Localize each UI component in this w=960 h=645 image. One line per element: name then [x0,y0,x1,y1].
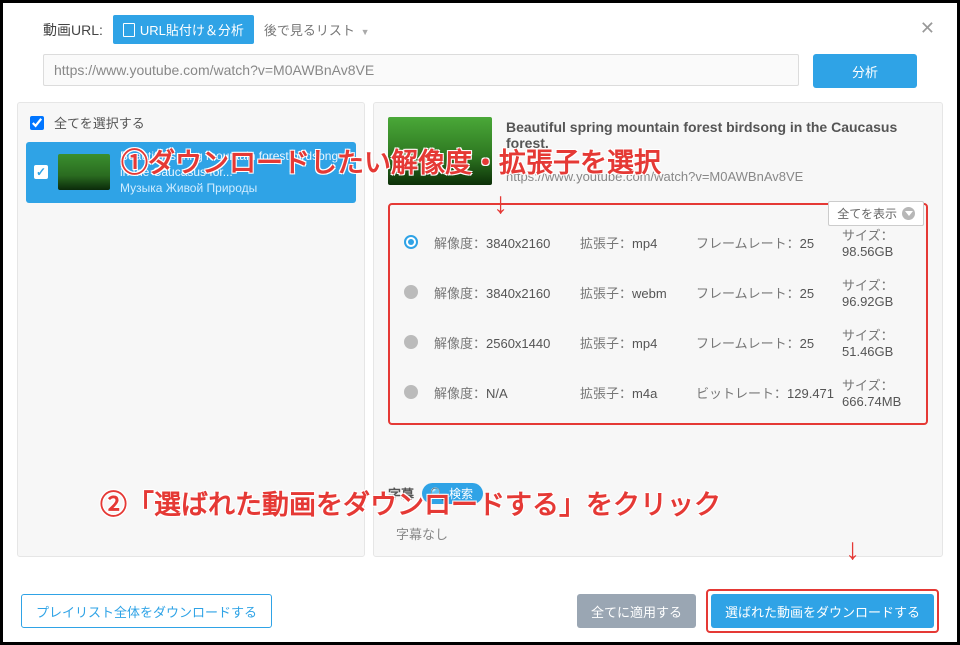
video-item-line3: Музыка Живой Природы [120,180,338,196]
chevron-down-icon [902,207,915,220]
format-extension: 拡張子：mp4 [580,333,690,352]
video-list-item[interactable]: ✓ Beautiful spring mountain forest birds… [26,142,356,203]
url-input[interactable] [43,54,799,86]
format-resolution: 解像度：2560x1440 [434,333,574,352]
video-item-title: Beautiful spring mountain forest birdson… [120,148,338,197]
format-size: サイズ：51.46GB [842,325,912,359]
format-row[interactable]: 解像度：N/A 拡張子：m4a ビットレート：129.471 サイズ：666.74MB [400,367,916,417]
format-extension: 拡張子：m4a [580,383,690,402]
paste-analyze-button[interactable]: URL貼付け＆分析 [113,15,254,44]
paste-analyze-label: URL貼付け＆分析 [140,20,244,39]
show-all-label: 全てを表示 [837,205,897,222]
apply-all-button[interactable]: 全てに適用する [577,594,696,628]
format-radio[interactable] [404,385,418,399]
format-size: サイズ：96.92GB [842,275,912,309]
chevron-down-icon: ▼ [361,27,370,37]
format-row[interactable]: 解像度：3840x2160 拡張子：webm フレームレート：25 サイズ：96.92… [400,267,916,317]
format-rate: フレームレート：25 [696,283,836,302]
select-all-label: 全てを選択する [54,113,145,132]
detail-url: https://www.youtube.com/watch?v=M0AWBnAv… [506,169,928,184]
detail-title: Beautiful spring mountain forest birdson… [506,119,928,151]
download-playlist-button[interactable]: プレイリスト全体をダウンロードする [21,594,272,628]
close-icon[interactable]: ✕ [920,18,935,39]
format-rate: フレームレート：25 [696,233,836,252]
detail-panel: Beautiful spring mountain forest birdson… [373,102,943,557]
search-icon: 🔍 [430,487,445,501]
download-selected-highlight: 選ばれた動画をダウンロードする [706,589,939,633]
format-size: サイズ：666.74MB [842,375,912,409]
format-size: サイズ：98.56GB [842,225,912,259]
format-extension: 拡張子：mp4 [580,233,690,252]
format-rate: フレームレート：25 [696,333,836,352]
url-label: 動画URL: [43,20,103,40]
detail-thumbnail [388,117,492,185]
subtitles-label: 字幕 [388,484,414,503]
format-resolution: 解像度：N/A [434,383,574,402]
format-radio[interactable] [404,335,418,349]
format-list: 解像度：3840x2160 拡張子：mp4 フレームレート：25 サイズ：98.56G… [388,203,928,425]
format-resolution: 解像度：3840x2160 [434,283,574,302]
format-radio[interactable] [404,235,418,249]
item-checkbox[interactable]: ✓ [34,165,48,179]
subtitle-search-button[interactable]: 🔍 検索 [422,483,483,504]
show-all-button[interactable]: 全てを表示 [828,201,924,226]
select-all-checkbox[interactable] [30,116,44,130]
subtitles-none: 字幕なし [388,524,928,543]
format-rate: ビットレート：129.471 [696,383,836,402]
format-extension: 拡張子：webm [580,283,690,302]
download-selected-button[interactable]: 選ばれた動画をダウンロードする [711,594,934,628]
format-resolution: 解像度：3840x2160 [434,233,574,252]
bottom-bar: プレイリスト全体をダウンロードする 全てに適用する 選ばれた動画をダウンロードす… [3,580,957,642]
video-item-line1: Beautiful spring mountain forest birdson… [120,148,338,164]
clipboard-icon [123,23,135,37]
video-thumbnail [58,154,110,190]
analyze-button[interactable]: 分析 [813,54,917,88]
format-radio[interactable] [404,285,418,299]
video-item-line2: in the Caucasus for... [120,164,338,180]
format-row[interactable]: 解像度：2560x1440 拡張子：mp4 フレームレート：25 サイズ：51.46G… [400,317,916,367]
watch-later-label: 後で見るリスト [264,23,355,38]
watch-later-link[interactable]: 後で見るリスト ▼ [264,20,370,39]
subtitle-search-label: 検索 [449,485,473,502]
video-list-panel: 全てを選択する ✓ Beautiful spring mountain fore… [17,102,365,557]
